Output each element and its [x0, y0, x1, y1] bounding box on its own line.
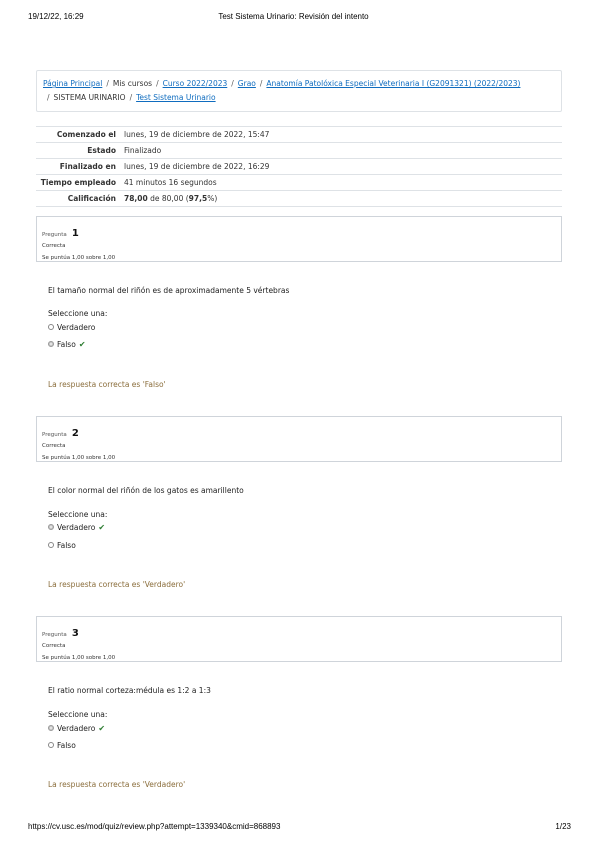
answer-option-label: Falso	[57, 340, 76, 349]
breadcrumb-separator: /	[129, 93, 133, 102]
question-prompt-1: Seleccione una:	[48, 309, 108, 318]
print-header: 19/12/22, 16:29 Test Sistema Urinario: R…	[28, 12, 559, 24]
summary-row: Estado Finalizado	[36, 142, 562, 159]
question-prompt-2: Seleccione una:	[48, 510, 108, 519]
question-text-2: El color normal del riñón de los gatos e…	[48, 486, 244, 495]
question-grade: Se puntúa 1,00 sobre 1,00	[42, 255, 116, 261]
question-feedback-1: La respuesta correcta es 'Falso'	[48, 380, 166, 389]
summary-row: Finalizado en lunes, 19 de diciembre de …	[36, 158, 562, 175]
breadcrumb-separator: /	[47, 93, 50, 102]
breadcrumb-separator: /	[156, 79, 159, 88]
summary-row: Comenzado el lunes, 19 de diciembre de 2…	[36, 126, 562, 143]
print-title: Test Sistema Urinario: Revisión del inte…	[218, 12, 369, 21]
check-icon: ✔	[98, 724, 106, 733]
grade-percent: 97,5	[188, 194, 208, 203]
question-info-1: Pregunta 1 Correcta Se puntúa 1,00 sobre…	[36, 216, 562, 262]
question-state: Correcta	[42, 443, 66, 449]
breadcrumb-separator: /	[231, 79, 234, 88]
breadcrumb-separator: /	[106, 79, 109, 88]
question-grade: Se puntúa 1,00 sobre 1,00	[42, 655, 116, 661]
summary-label: Comenzado el	[56, 130, 116, 139]
question-feedback-2: La respuesta correcta es 'Verdadero'	[48, 580, 186, 589]
answer-option-label: Verdadero	[57, 724, 96, 733]
radio-checked-icon[interactable]	[48, 341, 54, 347]
check-icon: ✔	[98, 523, 106, 532]
summary-label: Finalizado en	[59, 162, 116, 171]
grade-value: 78,00 de 80,00 (97,5%)	[120, 191, 562, 207]
question-number-label: Pregunta	[42, 232, 67, 238]
check-icon: ✔	[78, 340, 86, 349]
question-prompt-3: Seleccione una:	[48, 710, 108, 719]
question-text-3: El ratio normal corteza:médula es 1:2 a …	[48, 686, 211, 695]
print-footer: https://cv.usc.es/mod/quiz/review.php?at…	[28, 822, 571, 834]
question-grade: Se puntúa 1,00 sobre 1,00	[42, 455, 116, 461]
question-state: Correcta	[42, 243, 66, 249]
breadcrumb-item-course[interactable]: Anatomía Patolóxica Especial Veterinaria…	[266, 79, 520, 88]
summary-value: 41 minutos 16 segundos	[124, 178, 217, 187]
question-state: Correcta	[42, 643, 66, 649]
grade-end: %)	[207, 194, 218, 203]
grade-label: Calificación	[67, 194, 116, 203]
answer-option[interactable]: Falso	[48, 540, 76, 552]
radio-icon[interactable]	[48, 542, 54, 548]
answer-option-label: Falso	[57, 741, 76, 750]
summary-value: Finalizado	[124, 146, 162, 155]
answer-option-selected[interactable]: Verdadero ✔	[48, 723, 105, 735]
answer-option-label: Verdadero	[57, 523, 96, 532]
breadcrumb: Página Principal / Mis cursos / Curso 2022/2…	[36, 70, 562, 112]
breadcrumb-item-grao[interactable]: Grao	[238, 79, 256, 88]
answer-option-selected[interactable]: Falso ✔	[48, 339, 86, 351]
question-info-3: Pregunta 3 Correcta Se puntúa 1,00 sobre…	[36, 616, 562, 662]
breadcrumb-item-home[interactable]: Página Principal	[43, 79, 102, 88]
grade-score: 78,00	[124, 194, 148, 203]
question-feedback-3: La respuesta correcta es 'Verdadero'	[48, 780, 186, 789]
question-number-label: Pregunta	[42, 432, 67, 438]
radio-icon[interactable]	[48, 324, 54, 330]
summary-label: Tiempo empleado	[40, 178, 116, 187]
breadcrumb-item-quiz[interactable]: Test Sistema Urinario	[136, 93, 216, 102]
attempt-summary-table: Comenzado el lunes, 19 de diciembre de 2…	[36, 126, 562, 207]
question-info-2: Pregunta 2 Correcta Se puntúa 1,00 sobre…	[36, 416, 562, 462]
question-number: 2	[71, 428, 79, 439]
question-number: 3	[71, 628, 79, 639]
summary-row-grade: Calificación 78,00 de 80,00 (97,5%)	[36, 190, 562, 207]
summary-label: Estado	[87, 146, 116, 155]
radio-checked-icon[interactable]	[48, 524, 54, 530]
summary-value: lunes, 19 de diciembre de 2022, 16:29	[124, 162, 270, 171]
answer-option[interactable]: Falso	[48, 740, 76, 752]
breadcrumb-item-section: SISTEMA URINARIO	[53, 93, 126, 102]
answer-option[interactable]: Verdadero	[48, 322, 95, 334]
breadcrumb-item-my-courses: Mis cursos	[112, 79, 153, 88]
answer-option-label: Verdadero	[57, 323, 96, 332]
question-text-1: El tamaño normal del riñón es de aproxim…	[48, 286, 290, 295]
print-url: https://cv.usc.es/mod/quiz/review.php?at…	[28, 822, 281, 831]
grade-mid: de 80,00 (	[147, 194, 189, 203]
answer-option-selected[interactable]: Verdadero ✔	[48, 522, 105, 534]
summary-row: Tiempo empleado 41 minutos 16 segundos	[36, 174, 562, 191]
breadcrumb-item-course-year[interactable]: Curso 2022/2023	[163, 79, 228, 88]
question-number: 1	[71, 228, 79, 239]
radio-icon[interactable]	[48, 742, 54, 748]
print-page-number: 1/23	[555, 822, 571, 831]
summary-value: lunes, 19 de diciembre de 2022, 15:47	[124, 130, 270, 139]
radio-checked-icon[interactable]	[48, 725, 54, 731]
breadcrumb-separator: /	[259, 79, 263, 88]
answer-option-label: Falso	[57, 541, 76, 550]
question-number-label: Pregunta	[42, 632, 67, 638]
